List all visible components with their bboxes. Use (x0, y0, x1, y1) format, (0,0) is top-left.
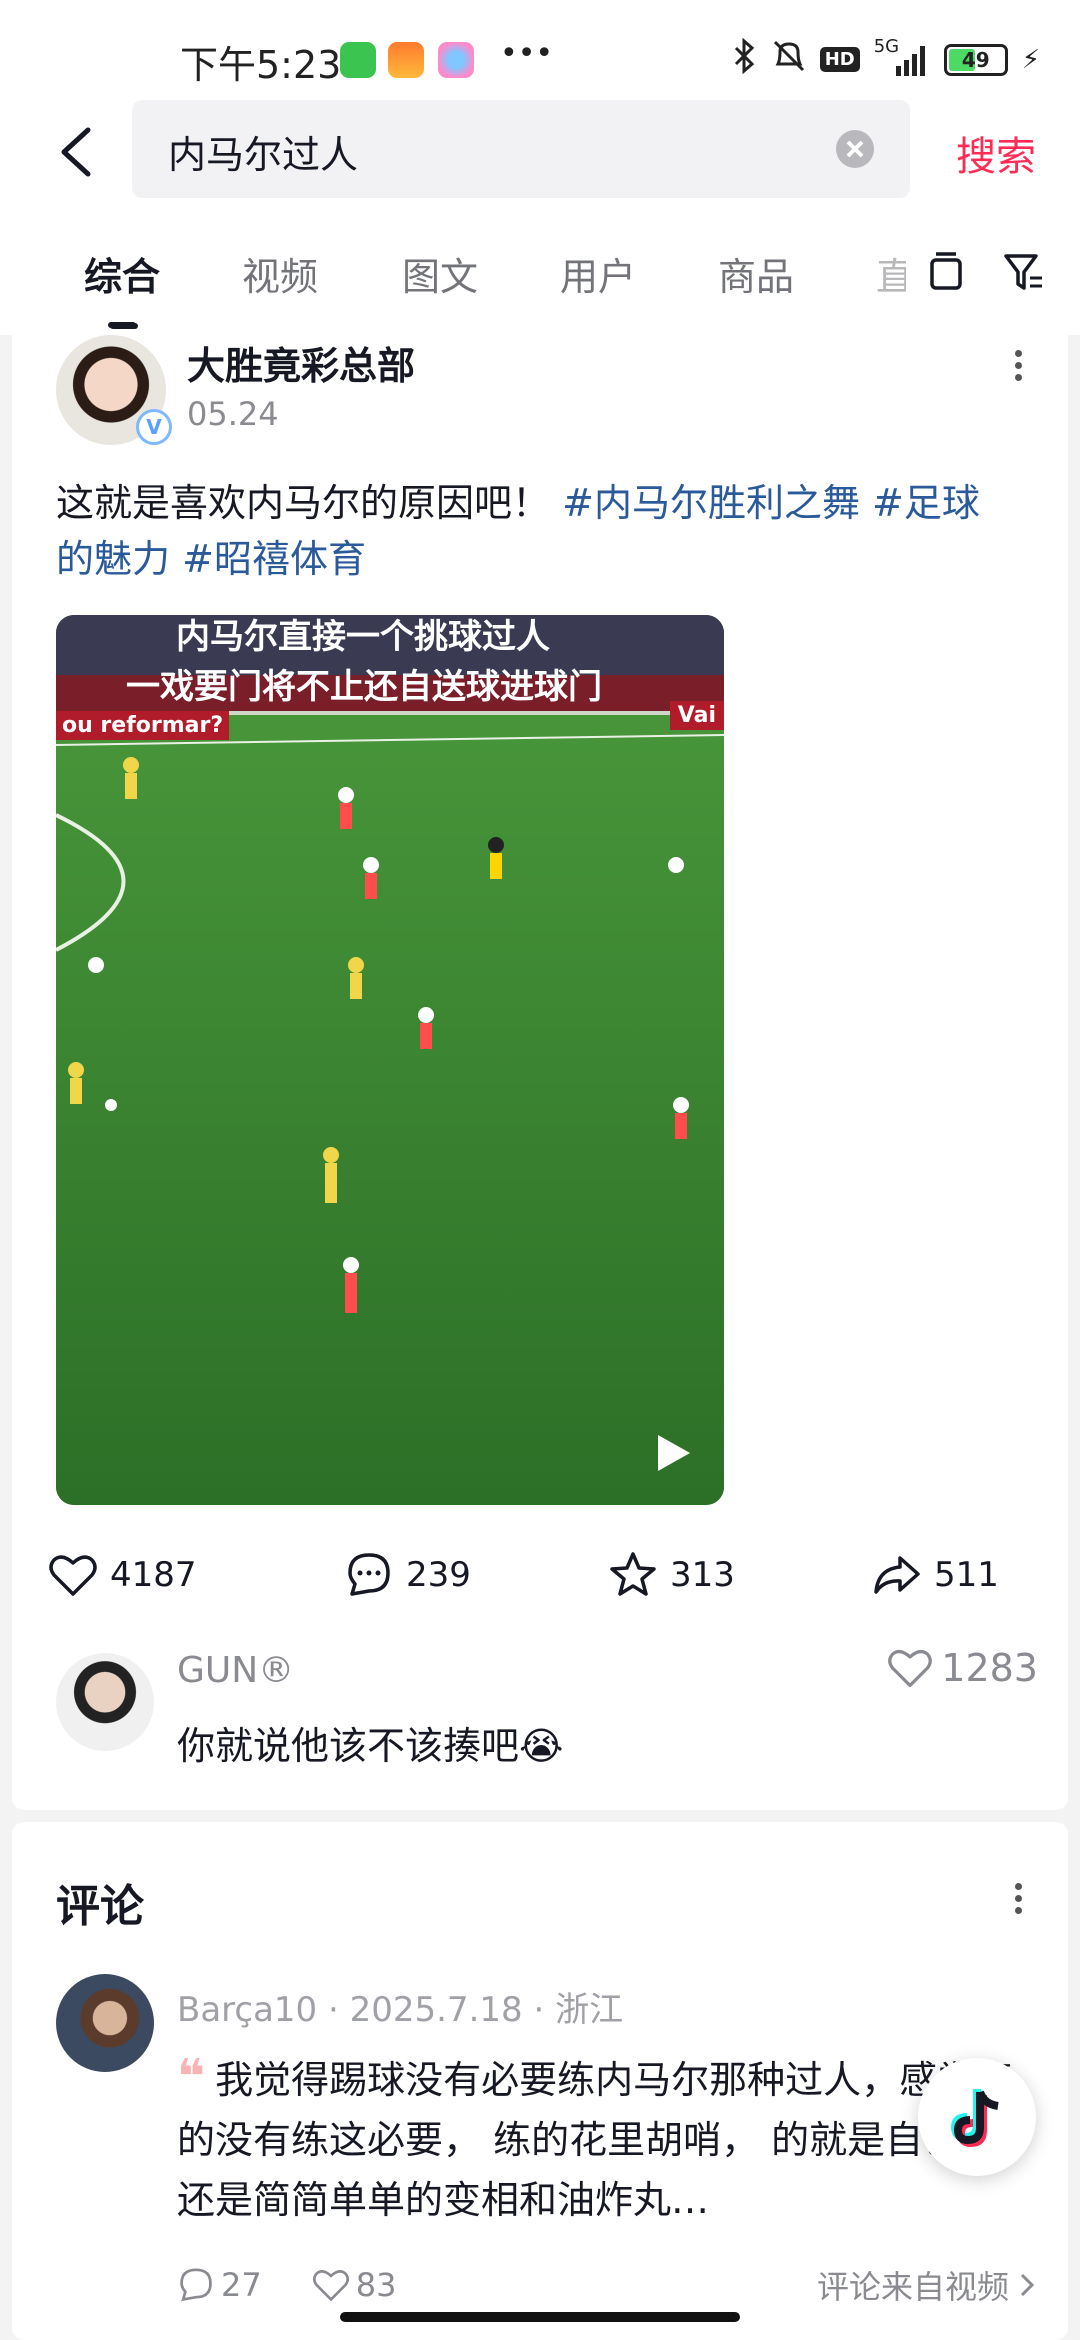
post-text: 这就是喜欢内马尔的原因吧！ #内马尔胜利之舞 #足球的魅力 #昭禧体育 (56, 475, 1016, 587)
back-button[interactable] (52, 122, 112, 182)
commenter-avatar[interactable] (56, 1653, 154, 1751)
comment-source-link[interactable]: 评论来自视频 (817, 2262, 1037, 2308)
more-notifications-icon: ••• (500, 36, 554, 71)
comment-source: 评论来自视频 (816, 2268, 1009, 2306)
like-count: 4187 (110, 1555, 197, 1595)
hd-icon: HD (819, 47, 860, 72)
tab-video[interactable]: 视频 (242, 246, 318, 301)
comment-count: 239 (406, 1555, 471, 1595)
comment-like-button[interactable]: 83 (312, 2266, 397, 2304)
share-count: 511 (934, 1555, 999, 1595)
comment-text: 我觉得踢球没有必要练内马尔那种过人，感觉真的没有练这必要， 练的花里胡哨， 的就… (177, 2058, 1014, 2222)
heart-icon (888, 1649, 933, 1688)
hashtag[interactable]: #昭禧体育 (182, 537, 366, 581)
video-caption-1: 内马尔直接一个挑球过人 (176, 617, 550, 657)
app-58-icon (388, 42, 424, 78)
star-icon (610, 1552, 656, 1596)
search-tabs: 综合 视频 图文 用户 商品 直 (0, 210, 1080, 335)
comment-button[interactable]: 239 (344, 1550, 471, 1600)
post-actions: 4187 239 313 511 (12, 1550, 1068, 1630)
layout-toggle-button[interactable] (926, 250, 966, 298)
comments-title: 评论 (56, 1881, 144, 1932)
battery-icon: 49 (943, 43, 1008, 76)
favorite-count: 313 (670, 1555, 735, 1595)
charging-icon: ⚡ (1021, 44, 1040, 75)
ad-board-right: Vai (669, 701, 724, 730)
tab-live[interactable]: 直 (876, 246, 906, 301)
comment-icon (348, 1553, 390, 1596)
top-comment-user[interactable]: GUN® (177, 1650, 294, 1691)
sticky-indicator (110, 323, 138, 329)
card-layout-icon (930, 252, 962, 290)
comment-footer: 27 83 评论来自视频 (177, 2262, 1037, 2308)
comment-avatar[interactable] (56, 1974, 154, 2072)
battery-level: 49 (961, 47, 990, 72)
comment-user[interactable]: Barça10 (177, 1990, 317, 2030)
video-caption-2: 一戏要门将不止还自送球进球门 (126, 667, 602, 707)
share-arrow-icon (874, 1556, 920, 1594)
wechat-app-icon (340, 42, 376, 78)
status-right: HD 5G 49 ⚡ (732, 36, 1040, 81)
status-bar: 下午5:23 ••• HD 5G 49 ⚡ (0, 0, 1080, 100)
comment-meta: Barça10 · 2025.7.18 · 浙江 (177, 1990, 624, 2030)
tab-comprehensive[interactable]: 综合 (84, 246, 160, 301)
reply-button[interactable]: 27 (177, 2266, 262, 2304)
search-query: 内马尔过人 (168, 133, 359, 177)
post-more-button[interactable] (998, 345, 1038, 395)
douyin-floating-button[interactable] (918, 2058, 1036, 2176)
close-icon (846, 140, 864, 158)
bluetooth-icon (732, 37, 758, 81)
post-card[interactable]: V 大胜竟彩总部 05.24 这就是喜欢内马尔的原因吧！ #内马尔胜利之舞 #足… (12, 323, 1068, 1810)
tab-image-text[interactable]: 图文 (402, 246, 478, 301)
mute-bell-icon (772, 38, 806, 81)
comment-location: 浙江 (555, 1990, 624, 2030)
reply-count: 27 (221, 2266, 262, 2304)
comment-like-count: 83 (355, 2266, 397, 2304)
home-indicator[interactable] (340, 2312, 740, 2322)
hashtag[interactable]: #内马尔胜利之舞 (562, 481, 860, 525)
search-header: 内马尔过人 搜索 (0, 100, 1080, 210)
heart-icon (312, 2270, 349, 2302)
chevron-right-icon (1020, 2273, 1035, 2297)
search-button[interactable]: 搜索 (956, 124, 1036, 182)
search-input[interactable]: 内马尔过人 (132, 100, 910, 198)
verified-badge-icon: V (136, 409, 172, 445)
post-author[interactable]: 大胜竟彩总部 (187, 335, 415, 390)
heart-icon (49, 1555, 97, 1596)
baidu-netdisk-icon (438, 42, 474, 78)
top-comment-like-count: 1283 (941, 1646, 1038, 1690)
tab-users[interactable]: 用户 (560, 246, 636, 301)
like-button[interactable]: 4187 (48, 1550, 197, 1600)
comments-card: 评论 Barça10 · 2025.7.18 · 浙江 ❝ 我觉得踢球没有必要练内… (12, 1822, 1068, 2340)
post-body: 这就是喜欢内马尔的原因吧！ (56, 481, 551, 525)
comment-body[interactable]: ❝ 我觉得踢球没有必要练内马尔那种过人，感觉真的没有练这必要， 练的花里胡哨， 的… (177, 2047, 1027, 2230)
quote-icon: ❝ (177, 2049, 206, 2105)
soccer-pitch-image (56, 615, 724, 1505)
clear-search-button[interactable] (836, 130, 874, 168)
top-comment-text: 你就说他该不该揍吧😭 (177, 1724, 564, 1768)
filter-icon (1004, 254, 1042, 290)
status-time: 下午5:23 (180, 43, 342, 87)
top-comment-like-button[interactable]: 1283 (887, 1645, 1038, 1691)
ad-board-left: ou reformar? (56, 711, 230, 740)
play-icon[interactable] (650, 1431, 694, 1475)
filter-button[interactable] (1002, 250, 1046, 298)
favorite-button[interactable]: 313 (608, 1550, 735, 1600)
share-button[interactable]: 511 (872, 1550, 999, 1600)
video-thumbnail[interactable]: 内马尔直接一个挑球过人 一戏要门将不止还自送球进球门 ou reformar? … (56, 615, 724, 1505)
comment-date: 2025.7.18 (349, 1990, 523, 2030)
douyin-logo-icon (950, 2089, 999, 2148)
comment-icon (180, 2268, 212, 2302)
tab-products[interactable]: 商品 (718, 246, 794, 301)
post-date: 05.24 (187, 395, 279, 433)
signal-icon: 5G (874, 36, 930, 78)
comments-more-button[interactable] (998, 1878, 1038, 1928)
chevron-left-icon (61, 127, 91, 177)
